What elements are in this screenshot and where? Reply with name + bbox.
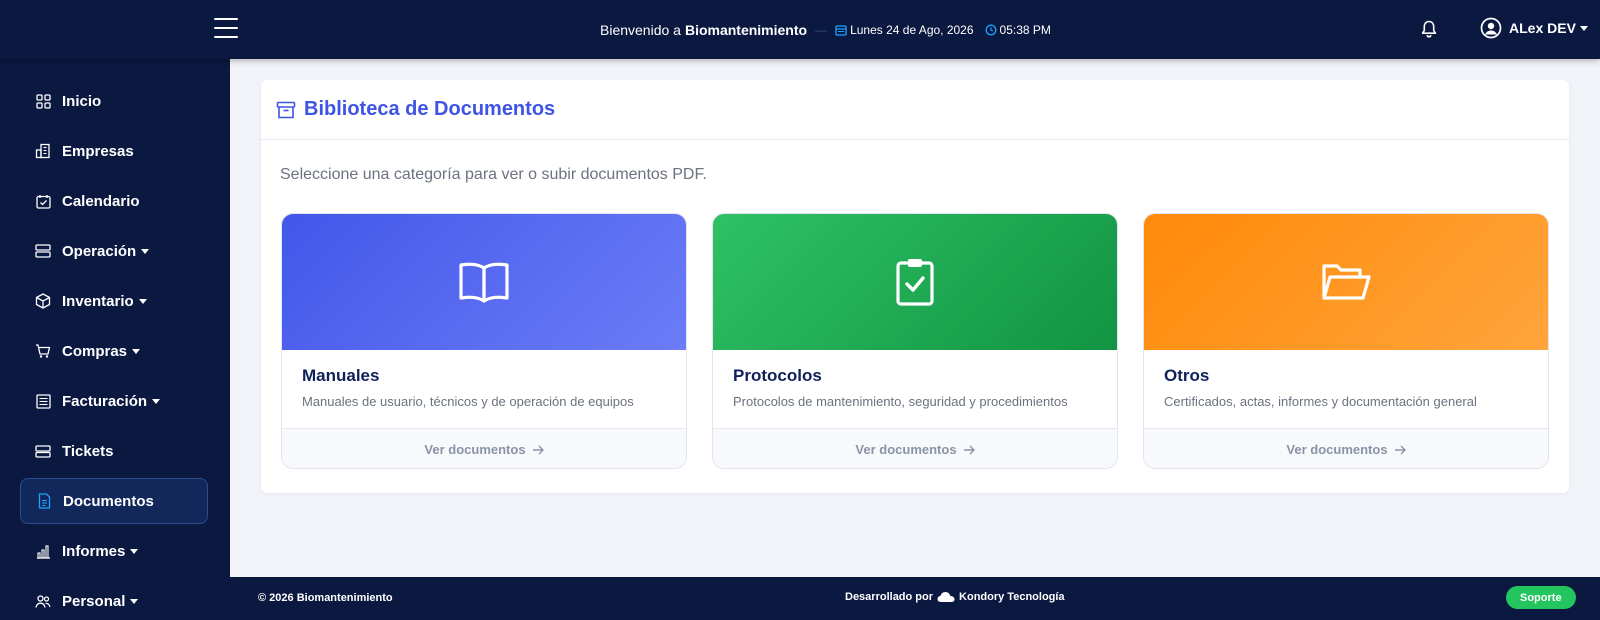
clock-icon (985, 24, 996, 35)
sidebar-item-inventario[interactable]: Inventario (20, 278, 208, 324)
book-icon (459, 262, 509, 303)
time-text: 05:38 PM (999, 22, 1051, 37)
chevron-down-icon (130, 598, 139, 604)
chevron-down-icon (130, 548, 139, 554)
sidebar-item-facturacion[interactable]: Facturación (20, 378, 208, 424)
calendar-icon (835, 24, 847, 36)
menu-toggle-icon[interactable] (214, 18, 238, 40)
category-title: Otros (1164, 366, 1210, 385)
document-library-card: Biblioteca de Documentos Seleccione una … (261, 80, 1569, 493)
page-title: Biblioteca de Documentos (304, 98, 556, 120)
sidebar-item-label: Inventario (62, 292, 134, 310)
chevron-down-icon (141, 248, 150, 254)
clipboard-check-icon (896, 259, 934, 306)
cloud-logo-icon (937, 592, 955, 602)
chevron-down-icon (152, 398, 161, 404)
user-menu[interactable]: ALex DEV (1480, 17, 1588, 39)
view-documents-link[interactable]: Ver documentos (1144, 428, 1548, 468)
separator: — (815, 22, 828, 37)
developer-credit: Desarrollado por Kondory Tecnología (845, 591, 1065, 603)
sidebar-item-label: Operación (62, 242, 137, 260)
archive-icon (276, 101, 296, 118)
date-text: Lunes 24 de Ago, 2026 (850, 22, 974, 37)
box-icon (35, 293, 51, 309)
server-icon (35, 243, 51, 259)
chevron-down-icon (1579, 25, 1588, 31)
sidebar-item-label: Compras (62, 342, 128, 360)
view-documents-link[interactable]: Ver documentos (282, 428, 686, 468)
category-banner (713, 214, 1117, 350)
top-bar: Bienvenido a Biomantenimiento — Lunes 24… (0, 0, 1600, 59)
arrow-right-icon (532, 445, 544, 454)
sidebar-item-empresas[interactable]: Empresas (20, 128, 208, 174)
user-name: ALex DEV (1509, 20, 1576, 36)
sidebar: Inicio Empresas Calendario Operación Inv… (0, 59, 230, 620)
cart-icon (35, 343, 51, 359)
time-display: 05:38 PM (985, 23, 1051, 37)
category-card-manuales[interactable]: Manuales Manuales de usuario, técnicos y… (281, 213, 687, 469)
arrow-right-icon (1394, 445, 1406, 454)
view-documents-label: Ver documentos (1286, 442, 1388, 457)
ticket-icon (35, 443, 51, 459)
sidebar-item-label: Facturación (62, 392, 148, 410)
page-subtitle: Seleccione una categoría para ver o subi… (280, 166, 707, 183)
category-card-protocolos[interactable]: Protocolos Protocolos de mantenimiento, … (712, 213, 1118, 469)
people-icon (35, 593, 51, 609)
file-text-icon (36, 493, 52, 509)
sidebar-item-documentos[interactable]: Documentos (20, 478, 208, 524)
category-description: Manuales de usuario, técnicos y de opera… (302, 394, 634, 409)
developed-by-label: Desarrollado por (845, 591, 934, 603)
user-avatar-icon (1480, 17, 1502, 39)
copyright-text: © 2026 Biomantenimiento (258, 592, 393, 604)
sidebar-item-label: Calendario (62, 192, 140, 210)
folder-open-icon (1322, 264, 1371, 300)
sidebar-item-label: Documentos (63, 492, 154, 510)
grid-icon (35, 93, 51, 109)
category-title: Protocolos (733, 366, 822, 385)
category-description: Certificados, actas, informes y document… (1164, 394, 1477, 409)
footer: © 2026 Biomantenimiento Desarrollado por… (230, 577, 1600, 620)
support-button[interactable]: Soporte (1506, 586, 1576, 609)
category-description: Protocolos de mantenimiento, seguridad y… (733, 394, 1068, 409)
building-icon (35, 143, 51, 159)
sidebar-item-compras[interactable]: Compras (20, 328, 208, 374)
view-documents-link[interactable]: Ver documentos (713, 428, 1117, 468)
view-documents-label: Ver documentos (855, 442, 957, 457)
notifications-bell-icon[interactable] (1419, 19, 1439, 39)
sidebar-item-personal[interactable]: Personal (20, 578, 208, 620)
bar-chart-icon (35, 543, 51, 559)
arrow-right-icon (963, 445, 975, 454)
sidebar-item-label: Empresas (62, 142, 134, 160)
date-display: Lunes 24 de Ago, 2026 (835, 22, 974, 37)
sidebar-item-tickets[interactable]: Tickets (20, 428, 208, 474)
chevron-down-icon (132, 348, 141, 354)
sidebar-item-calendario[interactable]: Calendario (20, 178, 208, 224)
company-name: Kondory Tecnología (959, 591, 1065, 603)
sidebar-item-label: Inicio (62, 92, 102, 110)
receipt-icon (35, 393, 51, 409)
sidebar-item-label: Tickets (62, 442, 114, 460)
card-header: Biblioteca de Documentos (261, 80, 1569, 140)
sidebar-item-operacion[interactable]: Operación (20, 228, 208, 274)
category-banner (1144, 214, 1548, 350)
view-documents-label: Ver documentos (424, 442, 526, 457)
sidebar-item-informes[interactable]: Informes (20, 528, 208, 574)
category-banner (282, 214, 686, 350)
category-card-otros[interactable]: Otros Certificados, actas, informes y do… (1143, 213, 1549, 469)
welcome-prefix: Bienvenido a (600, 21, 681, 38)
brand-name: Biomantenimiento (684, 21, 808, 38)
welcome-banner: Bienvenido a Biomantenimiento — Lunes 24… (600, 0, 1051, 59)
calendar-check-icon (35, 193, 51, 209)
category-title: Manuales (302, 366, 380, 385)
sidebar-item-label: Informes (62, 542, 126, 560)
chevron-down-icon (138, 298, 147, 304)
sidebar-item-inicio[interactable]: Inicio (20, 78, 208, 124)
sidebar-item-label: Personal (62, 592, 126, 610)
